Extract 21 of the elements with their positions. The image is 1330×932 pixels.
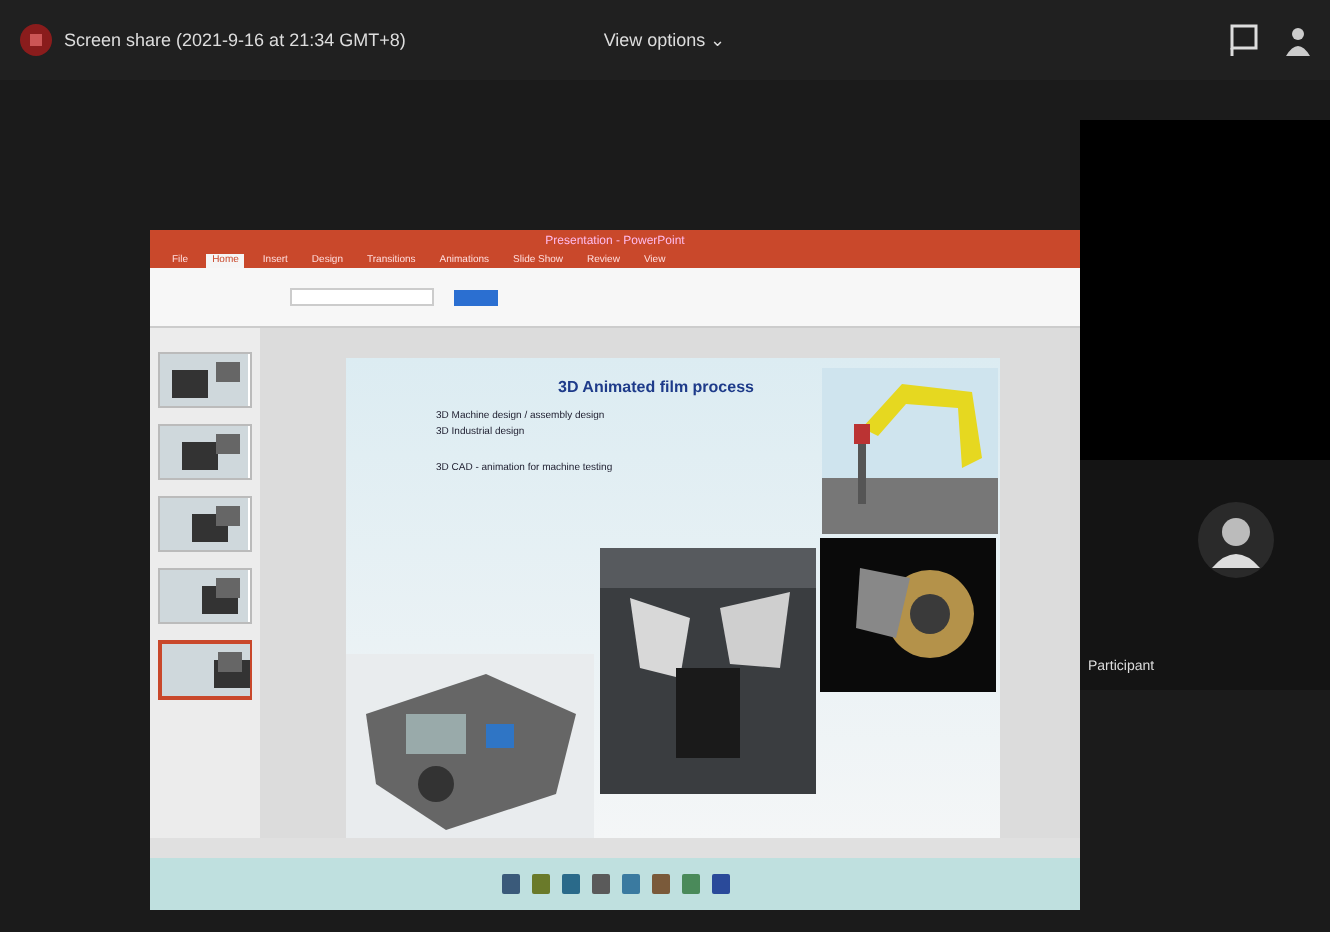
- app-icon[interactable]: [651, 873, 669, 894]
- app-icon[interactable]: [621, 873, 639, 894]
- slide-thumbnail[interactable]: [158, 568, 252, 625]
- app-icon[interactable]: [501, 873, 519, 894]
- slide-thumbnail[interactable]: [158, 424, 252, 481]
- slide-thumbnail[interactable]: [158, 352, 252, 409]
- app-icon[interactable]: [711, 873, 729, 894]
- avatar-icon: [1195, 500, 1275, 580]
- app-icon[interactable]: [531, 873, 549, 894]
- slide-thumbnail[interactable]: [158, 496, 252, 553]
- app-icon[interactable]: [561, 873, 579, 894]
- record-icon: [20, 24, 52, 56]
- app-icon[interactable]: [681, 873, 699, 894]
- app-icon[interactable]: [591, 873, 609, 894]
- meeting-title: Screen share (2021-9-16 at 21:34 GMT+8): [64, 30, 406, 50]
- slide-thumbnail[interactable]: [158, 640, 252, 701]
- view-options-menu[interactable]: View options ⌄: [603, 30, 727, 50]
- slide-title: 3D Animated film process: [556, 378, 756, 397]
- person-icon[interactable]: [1286, 24, 1311, 56]
- ribbon-button[interactable]: [454, 289, 498, 306]
- ribbon-field[interactable]: [290, 288, 434, 307]
